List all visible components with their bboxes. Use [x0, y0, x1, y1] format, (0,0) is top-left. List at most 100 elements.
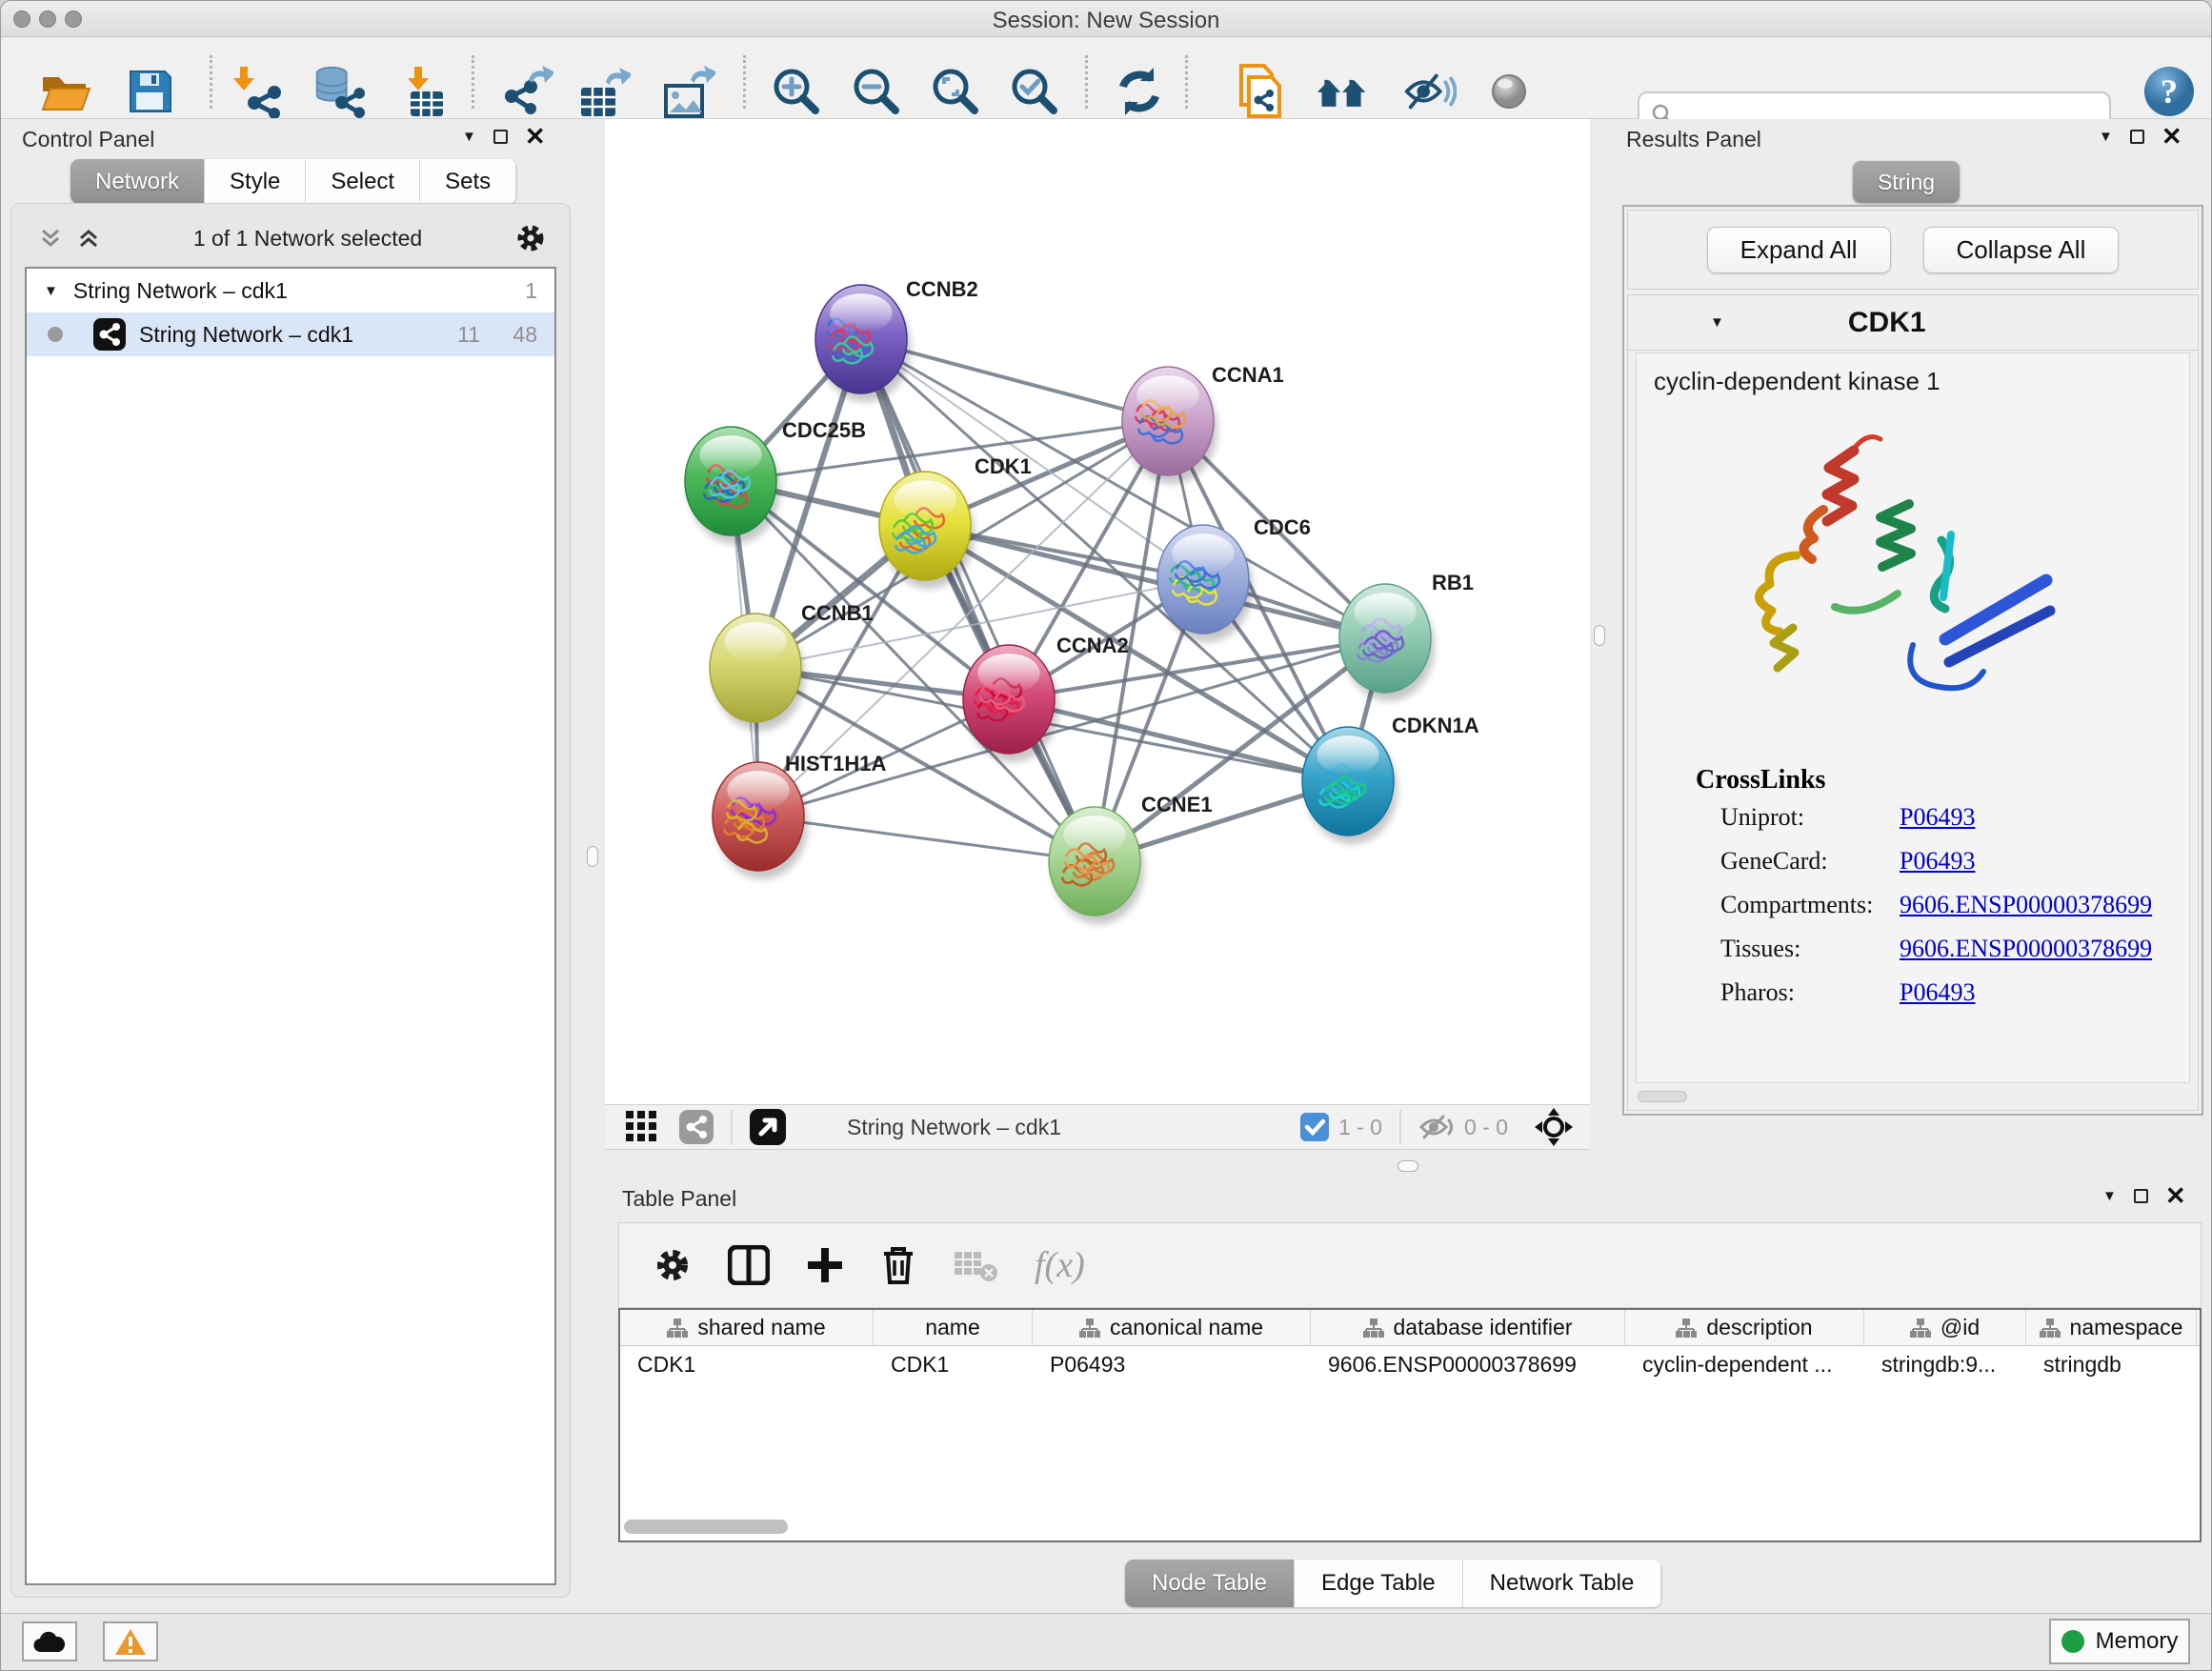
column-header-database-identifier[interactable]: database identifier: [1311, 1310, 1625, 1345]
hidden-eye-icon[interactable]: [1418, 1113, 1455, 1141]
results-scrollbar-thumb[interactable]: [1638, 1091, 1687, 1102]
zoom-out-icon[interactable]: [850, 65, 903, 118]
column-header-@id[interactable]: @id: [1864, 1310, 2026, 1345]
export-network-icon[interactable]: [500, 65, 553, 118]
horizontal-splitter-handle[interactable]: [1398, 1160, 1418, 1172]
zoom-fit-icon[interactable]: [929, 65, 982, 118]
table-type-tabs: Node Table Edge Table Network Table: [1125, 1560, 1661, 1607]
node-CCNE1[interactable]: CCNE1: [1049, 793, 1213, 924]
left-splitter-handle[interactable]: [587, 846, 598, 867]
node-RB1[interactable]: RB1: [1339, 571, 1474, 701]
expand-all-icon[interactable]: [76, 226, 101, 251]
table-row[interactable]: CDK1CDK1P064939606.ENSP00000378699cyclin…: [620, 1346, 2200, 1382]
crosslink-uniprot-link[interactable]: P06493: [1900, 803, 1975, 832]
tab-style[interactable]: Style: [205, 159, 306, 204]
panel-maximize-icon[interactable]: [2130, 130, 2144, 144]
node-CDKN1A[interactable]: CDKN1A: [1302, 714, 1479, 844]
table-cell[interactable]: stringdb:9...: [1864, 1346, 2026, 1382]
table-cell[interactable]: 9606.ENSP00000378699: [1311, 1346, 1625, 1382]
tab-string[interactable]: String: [1853, 161, 1960, 203]
column-header-namespace[interactable]: namespace: [2026, 1310, 2197, 1345]
crosslink-genecard-link[interactable]: P06493: [1900, 847, 1975, 876]
table-options-gear-icon[interactable]: [654, 1246, 692, 1284]
selected-checkbox-icon[interactable]: [1300, 1113, 1329, 1141]
import-network-database-icon[interactable]: [312, 65, 365, 118]
collapse-all-icon[interactable]: [38, 226, 63, 251]
zoom-in-icon[interactable]: [770, 65, 823, 118]
panel-float-icon[interactable]: ▼: [2102, 1188, 2117, 1204]
tab-network-table[interactable]: Network Table: [1463, 1560, 1662, 1607]
node-CDC6[interactable]: CDC6: [1157, 515, 1311, 642]
panel-close-icon[interactable]: ✕: [2162, 130, 2182, 144]
open-session-icon[interactable]: [39, 65, 92, 118]
node-CDK1[interactable]: CDK1: [879, 454, 1032, 589]
tab-edge-table[interactable]: Edge Table: [1295, 1560, 1463, 1607]
export-image-icon[interactable]: [662, 65, 715, 118]
tab-network[interactable]: Network: [70, 159, 205, 204]
collapse-all-button[interactable]: Collapse All: [1923, 227, 2120, 273]
cloud-status-button[interactable]: [22, 1621, 77, 1661]
table-cell[interactable]: CDK1: [620, 1346, 874, 1382]
table-cell[interactable]: CDK1: [874, 1346, 1033, 1382]
hide-selected-icon[interactable]: [1403, 65, 1457, 118]
node-CCNB2[interactable]: CCNB2: [815, 277, 978, 402]
export-table-icon[interactable]: [577, 65, 631, 118]
import-table-file-icon[interactable]: [399, 65, 452, 118]
column-header-name[interactable]: name: [874, 1310, 1033, 1345]
collection-expand-icon[interactable]: ▼: [44, 283, 58, 299]
tab-node-table[interactable]: Node Table: [1125, 1560, 1295, 1607]
node-CCNA1[interactable]: CCNA1: [1122, 363, 1284, 484]
first-neighbors-icon[interactable]: [1316, 65, 1369, 118]
tab-select[interactable]: Select: [306, 159, 420, 204]
panel-close-icon[interactable]: ✕: [2165, 1189, 2186, 1203]
network-collection-row[interactable]: ▼ String Network – cdk1 1: [27, 269, 554, 312]
panel-float-icon[interactable]: ▼: [462, 129, 476, 145]
node-CCNA2[interactable]: CCNA2: [963, 634, 1129, 762]
save-session-icon[interactable]: [124, 65, 177, 118]
import-network-file-icon[interactable]: [232, 65, 286, 118]
help-icon[interactable]: ?: [2142, 65, 2196, 118]
node-CCNB1[interactable]: CCNB1: [710, 601, 874, 731]
delete-column-icon[interactable]: [880, 1244, 916, 1286]
open-in-window-icon[interactable]: [750, 1109, 786, 1145]
expand-all-button[interactable]: Expand All: [1707, 227, 1891, 273]
panel-maximize-icon[interactable]: [493, 130, 508, 144]
section-expand-icon[interactable]: ▼: [1710, 314, 1724, 331]
table-cell[interactable]: cyclin-dependent ...: [1625, 1346, 1864, 1382]
cdk1-section-header[interactable]: ▼ CDK1: [1628, 295, 2198, 351]
edge-HIST1H1A-CCNE1[interactable]: [758, 816, 1095, 861]
grid-view-icon[interactable]: [626, 1111, 658, 1143]
table-cell[interactable]: stringdb: [2026, 1346, 2197, 1382]
show-all-icon[interactable]: [1482, 65, 1536, 118]
table-scrollbar-thumb[interactable]: [624, 1520, 788, 1534]
column-header-canonical-name[interactable]: canonical name: [1033, 1310, 1311, 1345]
clone-network-icon[interactable]: [1234, 65, 1287, 118]
add-column-icon[interactable]: [806, 1246, 844, 1284]
tab-sets[interactable]: Sets: [420, 159, 516, 204]
network-graph[interactable]: CCNB2 CCNA1 CDC25BCDK1 CDC6RB1 CCNB1 CCNA2 CDK…: [605, 119, 1590, 1104]
zoom-selected-icon[interactable]: [1008, 65, 1061, 118]
network-options-gear-icon[interactable]: [514, 222, 547, 254]
right-splitter-handle[interactable]: [1594, 625, 1605, 646]
show-columns-icon[interactable]: [728, 1245, 770, 1285]
memory-button[interactable]: Memory: [2049, 1619, 2190, 1664]
panel-maximize-icon[interactable]: [2134, 1189, 2148, 1203]
node-HIST1H1A[interactable]: HIST1H1A: [713, 752, 886, 879]
edge-CCNB2-CCNE1[interactable]: [861, 339, 1095, 861]
network-view-canvas[interactable]: CCNB2 CCNA1 CDC25BCDK1 CDC6RB1 CCNB1 CCNA2 CDK…: [605, 119, 1590, 1104]
table-cell[interactable]: P06493: [1033, 1346, 1311, 1382]
panel-close-icon[interactable]: ✕: [525, 130, 546, 144]
network-row[interactable]: String Network – cdk1 11 48: [27, 312, 554, 356]
crosslink-pharos-link[interactable]: P06493: [1900, 978, 1975, 1007]
node-table: shared namenamecanonical namedatabase id…: [618, 1308, 2202, 1542]
node-CDC25B[interactable]: CDC25B: [685, 418, 866, 544]
birds-eye-crosshair-icon[interactable]: [1533, 1106, 1575, 1148]
crosslink-compartments-link[interactable]: 9606.ENSP00000378699: [1900, 891, 2152, 919]
crosslink-tissues-link[interactable]: 9606.ENSP00000378699: [1900, 935, 2152, 963]
refresh-view-icon[interactable]: [1113, 65, 1166, 118]
network-badge-icon[interactable]: [679, 1110, 714, 1144]
warnings-button[interactable]: [103, 1621, 158, 1661]
panel-float-icon[interactable]: ▼: [2099, 129, 2113, 145]
column-header-shared-name[interactable]: shared name: [620, 1310, 874, 1345]
column-header-description[interactable]: description: [1625, 1310, 1864, 1345]
